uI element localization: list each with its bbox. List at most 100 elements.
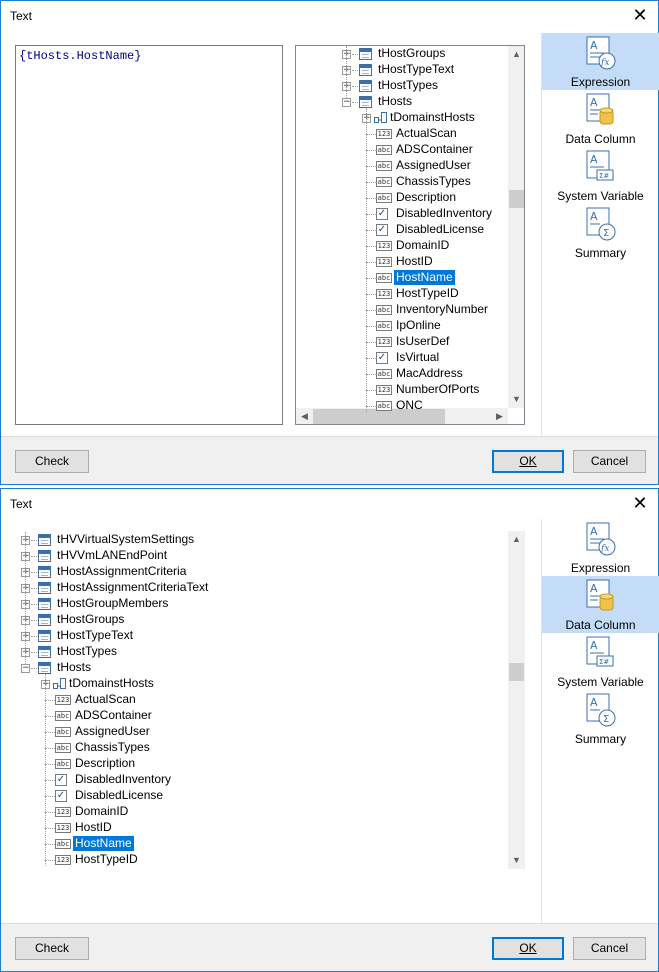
ok-button[interactable]: OK xyxy=(492,937,564,960)
tree-item-label: Description xyxy=(75,756,136,770)
tree-node[interactable]: − tHosts xyxy=(15,660,495,676)
cancel-button[interactable]: Cancel xyxy=(573,937,646,960)
tree-field-item[interactable]: 123 HostTypeID xyxy=(15,852,495,868)
tree-item-label: DisabledInventory xyxy=(396,206,493,220)
close-icon[interactable]: ✕ xyxy=(628,4,652,28)
tree-connector xyxy=(31,540,37,541)
tree-item-label: IpOnline xyxy=(396,318,441,332)
tree-node[interactable]: + tHVVirtualSystemSettings xyxy=(15,532,495,548)
tree-connector xyxy=(366,134,376,135)
tree-field-item[interactable]: ✓ DisabledLicense xyxy=(15,788,495,804)
tree-item-label: ActualScan xyxy=(75,692,136,706)
tree-node[interactable]: + tHostTypes xyxy=(15,644,495,660)
check-button[interactable]: Check xyxy=(15,450,89,473)
tree-field-item[interactable]: abc ChassisTypes xyxy=(15,740,495,756)
tree-field-item[interactable]: abc InventoryNumber xyxy=(296,302,524,318)
tree-node[interactable]: + tHostGroups xyxy=(15,612,495,628)
tree-field-item[interactable]: abc Description xyxy=(296,190,524,206)
tree-node[interactable]: + tHostTypes xyxy=(296,78,524,94)
scroll-up-icon[interactable]: ▲ xyxy=(508,531,525,548)
expression-button[interactable]: Afx Expression xyxy=(542,33,659,90)
tree-item-label: tHVVirtualSystemSettings xyxy=(57,532,195,546)
close-icon[interactable]: ✕ xyxy=(628,492,652,516)
tree-field-item[interactable]: 123 HostID xyxy=(15,820,495,836)
tree-field-item-selected[interactable]: abc HostName xyxy=(296,270,524,286)
table-icon xyxy=(38,646,51,658)
tree-field-item[interactable]: abc ADSContainer xyxy=(15,708,495,724)
cancel-button[interactable]: Cancel xyxy=(573,450,646,473)
tree-item-label: HostID xyxy=(396,254,433,268)
tree-node[interactable]: + tHostAssignmentCriteria xyxy=(15,564,495,580)
tree-connector xyxy=(366,166,376,167)
tree-connector xyxy=(352,70,358,71)
data-tree[interactable]: ▲ ▼ ◀ ▶ + tHostGroups + tHostTypeText + tHost… xyxy=(295,45,525,425)
summary-button[interactable]: A Σ Summary xyxy=(542,204,659,261)
svg-text:Σ: Σ xyxy=(603,228,609,239)
tree-field-item[interactable]: ✓ DisabledInventory xyxy=(15,772,495,788)
tree-field-item[interactable]: 123 ActualScan xyxy=(296,126,524,142)
text-dialog-expression: Text ✕ {tHosts.HostName} ▲ ▼ ◀ ▶ + tHostG… xyxy=(0,0,659,485)
table-icon xyxy=(359,64,372,76)
tree-field-item[interactable]: 123 DomainID xyxy=(296,238,524,254)
tree-connector xyxy=(366,374,376,375)
dialog-title: Text xyxy=(10,497,33,511)
tree-field-item[interactable]: abc AssignedUser xyxy=(296,158,524,174)
tree-field-item[interactable]: abc IpOnline xyxy=(296,318,524,334)
system-variable-button[interactable]: A Σ# System Variable xyxy=(542,633,659,690)
side-panel: Afx Expression A Data Column A Σ# System Varia… xyxy=(541,519,659,923)
tree-item-label: ONC xyxy=(396,398,423,412)
tree-connector xyxy=(366,294,376,295)
scroll-down-icon[interactable]: ▼ xyxy=(508,852,525,869)
tree-field-item[interactable]: abc ChassisTypes xyxy=(296,174,524,190)
tree-node[interactable]: + tHostGroups xyxy=(296,46,524,62)
data-column-button[interactable]: A Data Column xyxy=(542,90,659,147)
text-field-icon: abc xyxy=(55,839,71,849)
tree-field-item[interactable]: abc ADSContainer xyxy=(296,142,524,158)
summary-button[interactable]: A Σ Summary xyxy=(542,690,659,747)
tree-field-item[interactable]: 123 HostTypeID xyxy=(296,286,524,302)
tree-item-label: ADSContainer xyxy=(75,708,152,722)
tree-field-item[interactable]: abc Description xyxy=(15,756,495,772)
collapse-icon[interactable]: − xyxy=(21,664,30,673)
table-icon xyxy=(38,582,51,594)
tree-field-item-selected[interactable]: abc HostName xyxy=(15,836,495,852)
tree-field-item[interactable]: 123 HostID xyxy=(296,254,524,270)
expression-editor[interactable]: {tHosts.HostName} xyxy=(15,45,283,425)
expression-button[interactable]: Afx Expression xyxy=(542,519,659,576)
tree-relation-node[interactable]: + tDomainstHosts xyxy=(296,110,524,126)
tree-node[interactable]: + tHostAssignmentCriteriaText xyxy=(15,580,495,596)
text-dialog-data-column: Text ✕ ▲ ▼ + tHVVirtualSystemSettings + tHV… xyxy=(0,488,659,972)
tree-item-label: tHosts xyxy=(57,660,92,674)
tree-node[interactable]: + tHostGroupMembers xyxy=(15,596,495,612)
tree-field-item[interactable]: ✓ DisabledLicense xyxy=(296,222,524,238)
collapse-icon[interactable]: − xyxy=(342,98,351,107)
tree-field-item[interactable]: 123 IsUserDef xyxy=(296,334,524,350)
tree-connector xyxy=(366,214,376,215)
tree-field-item[interactable]: 123 ActualScan xyxy=(15,692,495,708)
tree-vertical-scrollbar[interactable]: ▲ ▼ xyxy=(508,531,525,869)
tree-node[interactable]: + tHostTypeText xyxy=(15,628,495,644)
tree-field-item[interactable]: abc MacAddress xyxy=(296,366,524,382)
table-icon xyxy=(38,630,51,642)
data-column-button[interactable]: A Data Column xyxy=(542,576,659,633)
tree-field-item[interactable]: abc AssignedUser xyxy=(15,724,495,740)
tree-item-label: DomainID xyxy=(396,238,450,252)
tree-field-item[interactable]: ✓ IsVirtual xyxy=(296,350,524,366)
svg-text:Σ: Σ xyxy=(603,714,609,725)
check-button[interactable]: Check xyxy=(15,937,89,960)
tree-relation-node[interactable]: + tDomainstHosts xyxy=(15,676,495,692)
tree-field-item[interactable]: ✓ DisabledInventory xyxy=(296,206,524,222)
tree-node[interactable]: + tHVVmLANEndPoint xyxy=(15,548,495,564)
numeric-field-icon: 123 xyxy=(376,129,392,139)
ok-button[interactable]: OK xyxy=(492,450,564,473)
data-tree[interactable]: ▲ ▼ + tHVVirtualSystemSettings + tHVVmLANEn… xyxy=(15,531,527,869)
side-button-label: Summary xyxy=(574,246,627,260)
tree-node[interactable]: − tHosts xyxy=(296,94,524,110)
scroll-thumb[interactable] xyxy=(509,663,524,681)
boolean-field-icon: ✓ xyxy=(376,208,388,220)
tree-field-item[interactable]: 123 NumberOfPorts xyxy=(296,382,524,398)
tree-node[interactable]: + tHostTypeText xyxy=(296,62,524,78)
system-variable-button[interactable]: A Σ# System Variable xyxy=(542,147,659,204)
tree-field-item[interactable]: 123 DomainID xyxy=(15,804,495,820)
tree-field-item[interactable]: abc ONC xyxy=(296,398,524,414)
